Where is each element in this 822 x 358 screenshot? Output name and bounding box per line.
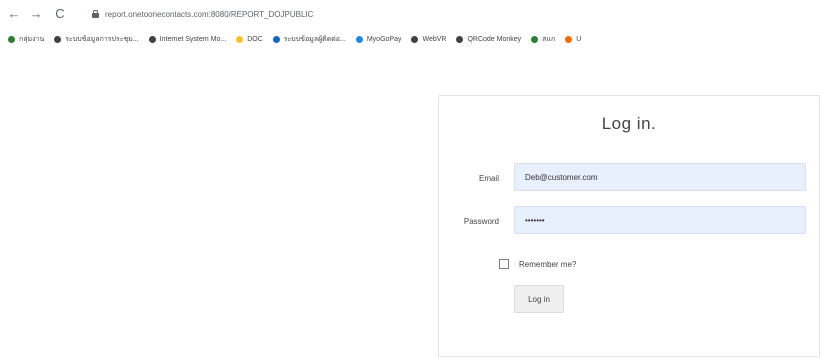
back-arrow-icon[interactable]: ←: [6, 6, 22, 22]
password-label: Password: [463, 217, 499, 226]
email-value: Deb@customer.com: [525, 172, 598, 182]
browser-toolbar: ← → C report.onetoonecontacts.com:8080/R…: [0, 0, 822, 28]
address-bar[interactable]: report.onetoonecontacts.com:8080/REPORT_…: [92, 7, 313, 21]
bookmark-icon: [531, 35, 539, 43]
bookmark-item[interactable]: QRCode Monkey: [456, 35, 522, 43]
bookmark-item[interactable]: WebVR: [411, 35, 447, 43]
bookmark-icon: [54, 35, 62, 43]
login-panel: Log in. Email Deb@customer.com Password …: [438, 95, 820, 357]
bookmark-label: ระบบข้อมูลผู้ติดต่อ...: [283, 35, 346, 43]
email-field[interactable]: Deb@customer.com: [514, 163, 806, 191]
remember-me-checkbox[interactable]: [499, 259, 509, 269]
bookmark-item[interactable]: U: [565, 35, 582, 43]
bookmark-icon: [355, 35, 363, 43]
remember-me-row: Remember me?: [499, 259, 576, 269]
lock-icon: [92, 10, 99, 18]
bookmark-icon: [272, 35, 280, 43]
bookmark-label: MyoGoPay: [366, 35, 402, 43]
bookmark-icon: [456, 35, 464, 43]
bookmark-label: WebVR: [422, 35, 447, 43]
bookmarks-bar: กลุ่มงาน ระบบข้อมูลการประชุม... Internet…: [0, 28, 822, 50]
bookmark-icon: [236, 35, 244, 43]
bookmark-label: กลุ่มงาน: [19, 35, 45, 43]
password-field[interactable]: •••••••: [514, 206, 806, 234]
bookmark-icon: [8, 35, 15, 43]
password-value: •••••••: [525, 215, 545, 225]
bookmark-icon: [411, 35, 419, 43]
bookmark-item[interactable]: กลุ่มงาน: [8, 34, 44, 45]
bookmark-label: DOC: [247, 35, 263, 43]
bookmark-label: สแก: [542, 35, 556, 43]
bookmark-icon: [148, 35, 156, 43]
url-text: report.onetoonecontacts.com:8080/REPORT_…: [105, 9, 314, 19]
bookmark-label: ระบบข้อมูลการประชุม...: [65, 35, 139, 43]
login-title: Log in.: [601, 114, 657, 133]
remember-me-label: Remember me?: [519, 259, 577, 269]
bookmark-item[interactable]: MyoGoPay: [355, 35, 402, 43]
email-label: Email: [478, 174, 499, 183]
reload-icon[interactable]: C: [52, 6, 68, 22]
bookmark-item[interactable]: Internet System Mo...: [148, 35, 227, 43]
bookmark-icon: [565, 35, 573, 43]
bookmark-item[interactable]: DOC: [236, 35, 263, 43]
forward-arrow-icon[interactable]: →: [28, 6, 44, 22]
bookmark-item[interactable]: ระบบข้อมูลการประชุม...: [54, 34, 139, 45]
bookmark-item[interactable]: ระบบข้อมูลผู้ติดต่อ...: [272, 34, 346, 45]
bookmark-label: Internet System Mo...: [159, 35, 227, 43]
login-button[interactable]: Log in: [514, 285, 564, 313]
bookmark-label: U: [576, 35, 582, 43]
bookmark-item[interactable]: สแก: [531, 34, 555, 45]
bookmark-label: QRCode Monkey: [467, 35, 522, 43]
